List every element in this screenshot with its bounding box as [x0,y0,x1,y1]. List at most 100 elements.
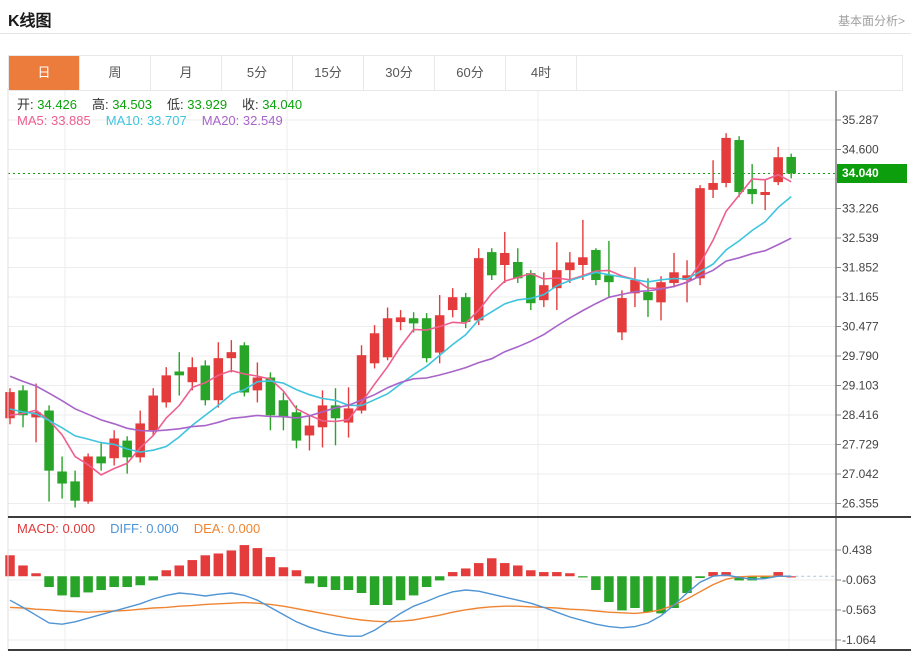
candle [708,182,718,190]
ohlc-legend: 开: 34.426 高: 34.503 低: 33.929 收: 34.040 [17,94,317,113]
macd-legend: MACD: 0.000 DIFF: 0.000 DEA: 0.000 [17,521,275,536]
price-tick-label: 33.226 [842,202,879,216]
candle [486,252,497,276]
legend-low-value: 33.929 [187,97,228,112]
macd-tick-label: -0.563 [842,603,876,617]
legend-ma5-value: 33.885 [50,113,91,128]
legend-open-value: 34.426 [37,97,78,112]
price-tick-label: 29.103 [842,379,879,393]
title-divider [0,33,911,34]
price-tick-label: 35.287 [842,113,879,127]
candle [291,412,302,441]
tab-4hour[interactable]: 4时 [506,56,577,90]
candle [226,352,237,359]
tab-day[interactable]: 日 [9,56,80,90]
candle [421,318,432,359]
tab-15min[interactable]: 15分 [293,56,364,90]
candle [591,249,601,281]
legend-open-label: 开: [17,97,34,112]
candle [148,395,158,431]
tab-week[interactable]: 周 [80,56,151,90]
candle [734,140,744,193]
candle [617,298,627,333]
candle [434,315,445,353]
tab-5min[interactable]: 5分 [222,56,293,90]
candle [500,252,510,265]
legend-macd-value: 0.000 [62,521,96,536]
price-tick-label: 30.477 [842,320,879,334]
legend-macd: MACD: 0.000 [17,521,95,536]
candle [109,438,119,459]
macd-tick-label: -0.063 [842,573,876,587]
legend-ma5: MA5: 33.885 [17,113,91,128]
candle [760,192,770,196]
interval-tabbar: 日周月 5分 15分 30分 60分 4时 [8,55,903,91]
candle [57,471,67,484]
legend-diff-value: 0.000 [146,521,179,536]
candle [669,272,679,284]
tab-month[interactable]: 月 [151,56,222,90]
legend-low-label: 低: [167,97,184,112]
legend-dea-label: DEA: [193,521,225,536]
price-tick-label: 29.790 [842,349,879,363]
candle [786,156,796,174]
legend-close-label: 收: [242,97,259,112]
legend-high: 高: 34.503 [92,97,152,112]
candle [395,317,406,323]
candle [382,318,393,358]
candle [604,275,614,283]
legend-high-value: 34.503 [112,97,153,112]
candle [174,371,185,376]
price-tick-label: 28.416 [842,408,879,422]
legend-ma20: MA20: 32.549 [202,113,283,128]
candle [747,188,757,195]
tab-60min[interactable]: 60分 [435,56,506,90]
candle [187,367,198,383]
price-tick-label: 31.852 [842,261,879,275]
candle [161,375,171,403]
legend-close: 收: 34.040 [242,97,302,112]
legend-diff-label: DIFF: [110,521,143,536]
price-tick-label: 27.729 [842,438,879,452]
candle [369,333,380,364]
legend-low: 低: 33.929 [167,97,227,112]
tab-30min[interactable]: 30分 [364,56,435,90]
legend-dea-value: 0.000 [227,521,261,536]
price-tick-label: 34.600 [842,143,879,157]
legend-ma10-value: 33.707 [146,113,187,128]
current-price-badge: 34.040 [837,164,907,183]
legend-diff: DIFF: 0.000 [110,521,179,536]
legend-ma10-label: MA10: [105,113,144,128]
legend-open: 开: 34.426 [17,97,77,112]
candles-group [5,133,796,508]
macd-tick-label: 0.438 [842,543,872,557]
candle [460,297,471,323]
fundamental-analysis-link[interactable]: 基本面分析> [838,12,905,29]
candle [721,137,731,183]
legend-ma20-value: 32.549 [242,113,283,128]
price-tick-label: 26.355 [842,497,879,511]
legend-ma20-label: MA20: [201,113,240,128]
candle [213,358,224,401]
legend-close-value: 34.040 [262,97,303,112]
candle [578,257,588,265]
candle [70,481,80,501]
candle [565,262,575,271]
price-tick-label: 27.042 [842,467,879,481]
candle [96,456,106,464]
ma-legend: MA5: 33.885 MA10: 33.707 MA20: 32.549 [17,113,298,128]
legend-ma10: MA10: 33.707 [106,113,187,128]
candle [656,282,666,303]
macd-tick-label: -1.064 [842,633,876,647]
price-tick-label: 32.539 [842,231,879,245]
price-tick-label: 31.165 [842,290,879,304]
legend-dea: DEA: 0.000 [194,521,261,536]
macd-axis-labels: 0.438 -0.063 -0.563 -1.064 [836,543,876,647]
candle [317,405,328,428]
candle [408,318,419,324]
candle [239,345,250,393]
page-title: K线图 [8,13,52,30]
candle [643,292,653,301]
candle [278,400,289,418]
legend-high-label: 高: [92,97,109,112]
